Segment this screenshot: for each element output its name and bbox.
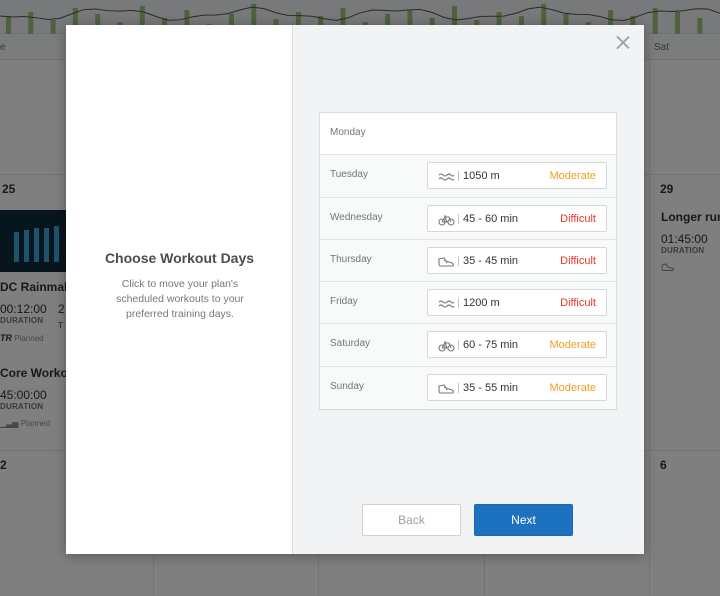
intensity-label: Moderate	[549, 170, 596, 183]
workout-chip[interactable]: 1200 m Difficult	[427, 289, 607, 317]
modal-info-panel: Choose Workout Days Click to move your p…	[66, 25, 293, 554]
day-label: Tuesday	[330, 169, 368, 181]
swim-icon	[438, 170, 455, 182]
day-label: Sunday	[330, 380, 364, 392]
run-icon	[438, 382, 455, 394]
day-row-sunday[interactable]: Sunday 35 - 55 min Moderate	[320, 366, 616, 410]
day-label: Thursday	[330, 253, 372, 265]
chip-divider	[458, 382, 459, 393]
workout-chip[interactable]: 1050 m Moderate	[427, 162, 607, 190]
day-label: Friday	[330, 296, 358, 308]
day-label: Monday	[330, 127, 366, 138]
day-row-saturday[interactable]: Saturday 60 - 75 min Moderate	[320, 324, 616, 367]
workout-duration: 1200 m	[463, 297, 500, 310]
workout-duration: 1050 m	[463, 170, 500, 183]
intensity-label: Difficult	[560, 254, 596, 267]
day-label: Saturday	[330, 338, 371, 350]
workout-chip[interactable]: 35 - 55 min Moderate	[427, 373, 607, 401]
day-row-wednesday[interactable]: Wednesday 45 - 60 min Difficult	[320, 197, 616, 240]
workout-chip[interactable]: 45 - 60 min Difficult	[427, 204, 607, 232]
day-label: Wednesday	[330, 211, 383, 223]
chip-divider	[458, 255, 459, 266]
intensity-label: Difficult	[560, 297, 596, 310]
day-row-tuesday[interactable]: Tuesday 1050 m Moderate	[320, 155, 616, 198]
workout-duration: 60 - 75 min	[463, 339, 519, 352]
bike-icon	[438, 339, 455, 353]
workout-duration: 35 - 55 min	[463, 381, 519, 394]
intensity-label: Difficult	[560, 212, 596, 225]
choose-workout-days-modal: Choose Workout Days Click to move your p…	[66, 25, 644, 554]
workout-chip[interactable]: 60 - 75 min Moderate	[427, 331, 607, 359]
chip-divider	[458, 298, 459, 309]
workout-duration: 45 - 60 min	[463, 212, 519, 225]
workout-duration: 35 - 45 min	[463, 254, 519, 267]
chip-divider	[458, 340, 459, 351]
modal-title: Choose Workout Days	[104, 250, 255, 266]
next-button[interactable]: Next	[474, 504, 573, 536]
swim-icon	[438, 297, 455, 309]
workout-chip[interactable]: 35 - 45 min Difficult	[427, 246, 607, 274]
day-row-monday[interactable]: Monday	[320, 113, 616, 156]
bike-icon	[438, 213, 455, 226]
day-row-thursday[interactable]: Thursday 35 - 45 min Difficult	[320, 239, 616, 283]
chip-divider	[458, 213, 459, 224]
days-list: Monday Tuesday 1050 m Moderate Wednesday …	[319, 112, 617, 411]
modal-description: Click to move your plan's scheduled work…	[116, 278, 244, 320]
day-row-friday[interactable]: Friday 1200 m Difficult	[320, 282, 616, 325]
intensity-label: Moderate	[549, 381, 596, 394]
chip-divider	[458, 171, 459, 182]
back-button[interactable]: Back	[362, 504, 461, 536]
close-icon[interactable]	[616, 35, 630, 49]
intensity-label: Moderate	[549, 339, 596, 352]
run-icon	[438, 255, 455, 267]
